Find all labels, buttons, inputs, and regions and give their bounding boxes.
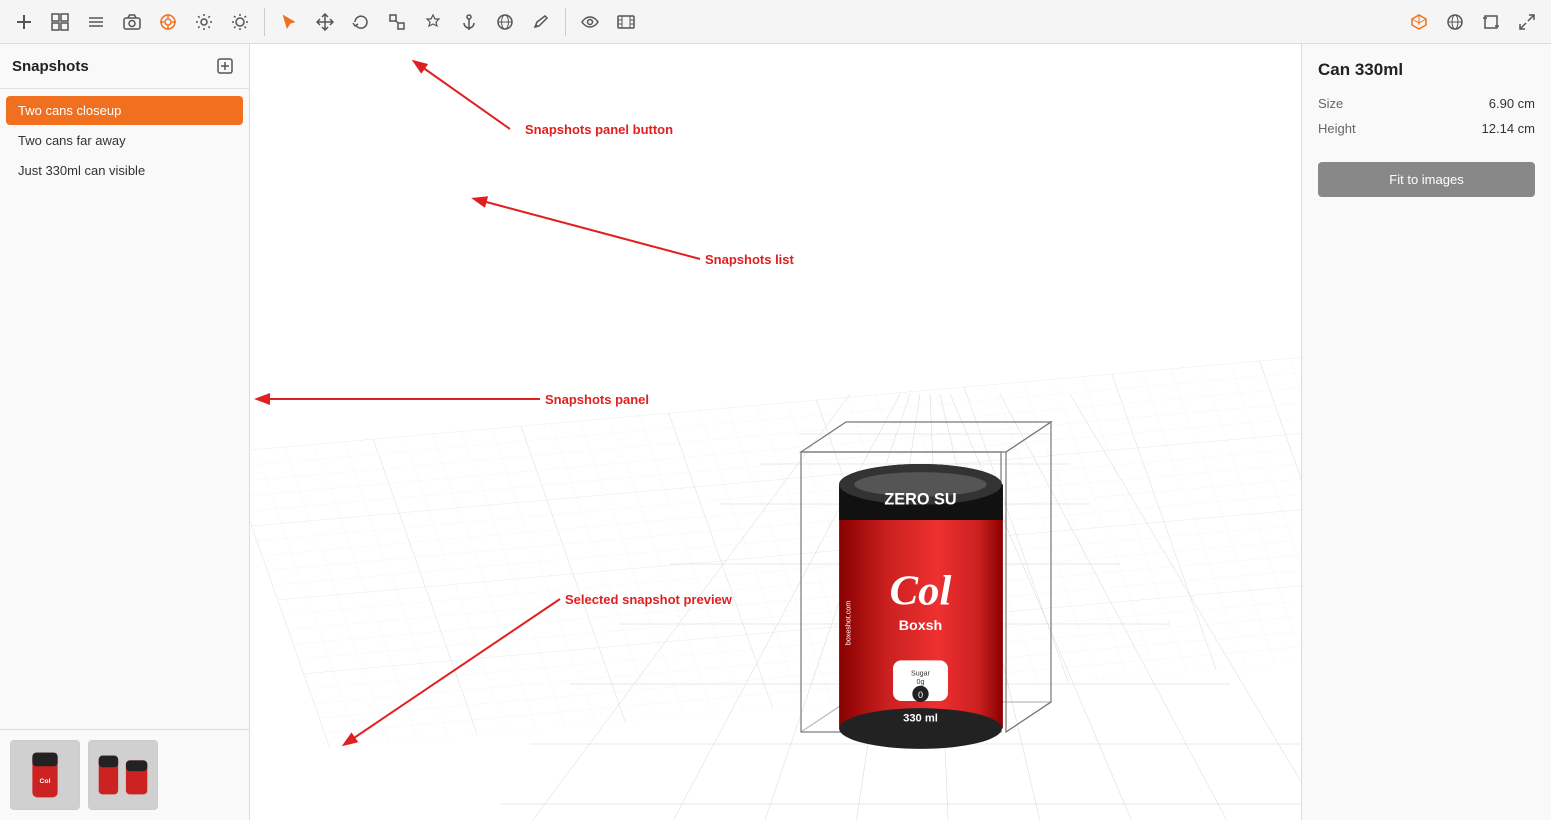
toolbar — [0, 0, 1551, 44]
expand-toolbar-icon[interactable] — [1511, 6, 1543, 38]
snapshot-item-1[interactable]: Two cans closeup — [6, 96, 243, 125]
add-snapshot-button[interactable] — [213, 54, 237, 78]
move-toolbar-icon[interactable] — [309, 6, 341, 38]
svg-text:330 ml: 330 ml — [903, 712, 938, 724]
svg-text:Boxsh: Boxsh — [898, 618, 942, 634]
snapshot-previews: Col — [0, 729, 249, 820]
globe-toolbar-icon[interactable] — [1439, 6, 1471, 38]
menu-toolbar-icon[interactable] — [80, 6, 112, 38]
main-content: Snapshots Two cans closeup Two cans far … — [0, 44, 1551, 820]
svg-text:Sugar: Sugar — [910, 670, 930, 678]
can-shape: ZERO SU Col Boxsh boxeshot.com Sugar 0g … — [831, 462, 1011, 757]
model-title: Can 330ml — [1318, 60, 1535, 80]
crop-toolbar-icon[interactable] — [1475, 6, 1507, 38]
snapshot-preview-2[interactable] — [88, 740, 158, 810]
canvas-viewport[interactable]: ZERO SU Col Boxsh boxeshot.com Sugar 0g … — [250, 44, 1301, 820]
svg-text:0: 0 — [917, 690, 922, 700]
sidebar-title: Snapshots — [12, 58, 89, 75]
grid-toolbar-icon[interactable] — [44, 6, 76, 38]
film-toolbar-icon[interactable] — [610, 6, 642, 38]
right-properties-panel: Can 330ml Size 6.90 cm Height 12.14 cm F… — [1301, 44, 1551, 820]
fit-to-images-button[interactable]: Fit to images — [1318, 162, 1535, 197]
scale-toolbar-icon[interactable] — [381, 6, 413, 38]
size-property: Size 6.90 cm — [1318, 96, 1535, 111]
grid-background — [250, 44, 1301, 820]
snapshot-item-2[interactable]: Two cans far away — [6, 126, 243, 155]
cursor-toolbar-icon[interactable] — [273, 6, 305, 38]
box3d-toolbar-icon[interactable] — [1403, 6, 1435, 38]
sphere-toolbar-icon[interactable] — [489, 6, 521, 38]
rotate-toolbar-icon[interactable] — [345, 6, 377, 38]
brightness-toolbar-icon[interactable] — [224, 6, 256, 38]
transform-toolbar-icon[interactable] — [417, 6, 449, 38]
pen-toolbar-icon[interactable] — [525, 6, 557, 38]
snapshot-preview-1[interactable]: Col — [10, 740, 80, 810]
snapshots-list: Two cans closeup Two cans far away Just … — [0, 89, 249, 729]
camera-toolbar-icon[interactable] — [116, 6, 148, 38]
svg-text:0g: 0g — [916, 678, 924, 686]
anchor-toolbar-icon[interactable] — [453, 6, 485, 38]
snapshot-item-3[interactable]: Just 330ml can visible — [6, 156, 243, 185]
separator-1 — [264, 8, 265, 36]
target-toolbar-icon[interactable] — [152, 6, 184, 38]
svg-text:ZERO SU: ZERO SU — [884, 491, 956, 509]
add-toolbar-icon[interactable] — [8, 6, 40, 38]
settings-toolbar-icon[interactable] — [188, 6, 220, 38]
svg-text:boxeshot.com: boxeshot.com — [844, 601, 852, 645]
size-label: Size — [1318, 96, 1343, 111]
svg-text:Col: Col — [889, 567, 951, 614]
svg-text:Col: Col — [40, 778, 51, 785]
size-value: 6.90 cm — [1489, 96, 1535, 111]
snapshots-panel: Snapshots Two cans closeup Two cans far … — [0, 44, 250, 820]
sidebar-header: Snapshots — [0, 44, 249, 89]
height-value: 12.14 cm — [1482, 121, 1535, 136]
height-property: Height 12.14 cm — [1318, 121, 1535, 136]
eye-toolbar-icon[interactable] — [574, 6, 606, 38]
height-label: Height — [1318, 121, 1356, 136]
separator-2 — [565, 8, 566, 36]
